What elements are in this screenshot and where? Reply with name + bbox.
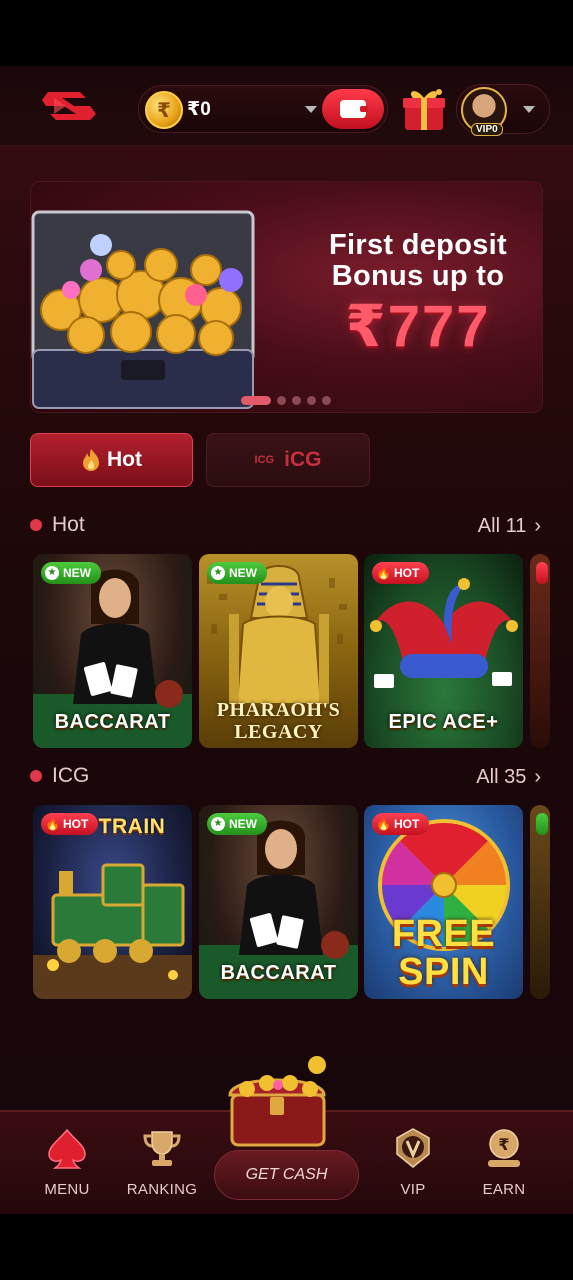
spade-icon <box>48 1128 86 1169</box>
banner-bonus-amount: ₹777 <box>345 294 491 359</box>
top-header: ₹ ₹0 VIP0 <box>0 66 573 146</box>
nav-label: RANKING <box>126 1181 198 1198</box>
new-badge: ★ NEW <box>207 562 267 584</box>
game-title: EPIC ACE+ <box>388 711 499 733</box>
game-card-epic-ace[interactable]: 🔥 HOT EPIC ACE+ <box>364 554 523 748</box>
bullet-icon <box>30 770 42 782</box>
star-icon: ★ <box>211 566 225 580</box>
section-title-label: ICG <box>52 764 90 787</box>
section-title-icg: ICG <box>30 764 89 788</box>
get-cash-label: GET CASH <box>245 1166 328 1183</box>
treasure-chest-icon[interactable] <box>212 1055 342 1155</box>
wallet-button[interactable] <box>322 89 384 129</box>
game-card-partial[interactable] <box>530 554 550 748</box>
carousel-dot[interactable] <box>322 396 331 405</box>
chevron-down-icon[interactable] <box>305 106 317 113</box>
banner-headline-line1: First deposit <box>329 229 507 261</box>
gift-icon[interactable] <box>399 84 449 134</box>
hot-badge: 🔥 HOT <box>372 813 430 835</box>
tab-icg[interactable]: ICG iCG <box>206 433 370 487</box>
star-icon: ★ <box>211 817 225 831</box>
section-title-label: Hot <box>52 513 85 536</box>
balance-amount: ₹0 <box>187 99 211 120</box>
nav-vip[interactable]: VIP <box>368 1126 458 1198</box>
carousel-dot[interactable] <box>292 396 301 405</box>
section-title-hot: Hot <box>30 513 85 537</box>
game-title: FREE SPIN <box>391 913 496 993</box>
app-logo[interactable] <box>40 88 98 124</box>
game-title: PHARAOH'S LEGACY <box>216 699 341 743</box>
briefcase-coins-icon <box>31 210 255 409</box>
game-title: BACCARAT <box>220 962 337 984</box>
wallet-balance[interactable]: ₹ ₹0 <box>138 85 388 133</box>
get-cash-button[interactable]: GET CASH <box>214 1150 359 1200</box>
star-icon: ★ <box>45 566 59 580</box>
flame-icon <box>83 449 99 471</box>
chevron-down-icon[interactable] <box>523 106 535 113</box>
flame-icon: 🔥 <box>376 817 391 831</box>
game-card-free-spin[interactable]: 🔥 HOT FREE SPIN <box>364 805 523 999</box>
system-navigation-bar <box>0 1214 573 1280</box>
chevron-right-icon: › <box>534 515 541 537</box>
game-card-baccarat[interactable]: ★ NEW BACCARAT <box>199 805 358 999</box>
game-title: BACCARAT <box>54 711 171 733</box>
profile-menu[interactable]: VIP0 <box>456 84 550 136</box>
nav-label: MENU <box>44 1181 90 1198</box>
view-all-hot-link[interactable]: All 11 › <box>478 515 541 538</box>
game-card-pharaohs-legacy[interactable]: ★ NEW PHARAOH'S LEGACY <box>199 554 358 748</box>
trophy-icon <box>143 1131 181 1166</box>
nav-menu[interactable]: MENU <box>22 1126 112 1198</box>
carousel-dot[interactable] <box>307 396 316 405</box>
new-badge: ★ NEW <box>41 562 101 584</box>
view-all-label: All 35 <box>476 766 527 788</box>
carousel-dot[interactable] <box>241 396 271 405</box>
nav-label: EARN <box>482 1181 526 1198</box>
coin-icon: ₹ <box>145 91 183 129</box>
flame-icon: 🔥 <box>45 817 60 831</box>
vip-level-badge: VIP0 <box>471 123 503 136</box>
game-card-baccarat[interactable]: ★ NEW BACCARAT <box>33 554 192 748</box>
flame-icon: 🔥 <box>376 566 391 580</box>
hot-badge <box>536 562 548 584</box>
icg-logo-icon: ICG <box>254 454 275 466</box>
nav-label: VIP <box>400 1181 426 1198</box>
view-all-icg-link[interactable]: All 35 › <box>476 766 541 789</box>
carousel-dot[interactable] <box>277 396 286 405</box>
hot-badge: 🔥 HOT <box>41 813 99 835</box>
tab-hot[interactable]: Hot <box>30 433 193 487</box>
vip-shield-icon <box>396 1128 430 1168</box>
game-card-partial[interactable] <box>530 805 550 999</box>
banner-text: First deposit Bonus up to ₹777 <box>303 230 533 362</box>
promo-banner[interactable]: First deposit Bonus up to ₹777 <box>30 181 543 413</box>
carousel-indicator[interactable] <box>241 396 331 405</box>
chevron-right-icon: › <box>534 766 541 788</box>
banner-headline-line2: Bonus up to <box>331 260 505 292</box>
new-badge <box>536 813 548 835</box>
new-badge: ★ NEW <box>207 813 267 835</box>
wallet-icon <box>340 100 368 118</box>
game-card-train[interactable]: TRAIN 🔥 HOT <box>33 805 192 999</box>
tab-label: Hot <box>107 448 142 471</box>
rupee-coin-icon: ₹ <box>488 1129 520 1167</box>
hot-badge: 🔥 HOT <box>372 562 430 584</box>
tab-label: iCG <box>284 448 322 471</box>
app-root: ₹ ₹0 VIP0 First deposit Bonus up to ₹777… <box>0 66 573 1214</box>
nav-earn[interactable]: ₹ EARN <box>459 1126 549 1198</box>
bullet-icon <box>30 519 42 531</box>
svg-text:₹: ₹ <box>498 1135 509 1154</box>
status-bar <box>0 0 573 66</box>
nav-ranking[interactable]: RANKING <box>117 1126 207 1198</box>
view-all-label: All 11 <box>477 515 527 537</box>
